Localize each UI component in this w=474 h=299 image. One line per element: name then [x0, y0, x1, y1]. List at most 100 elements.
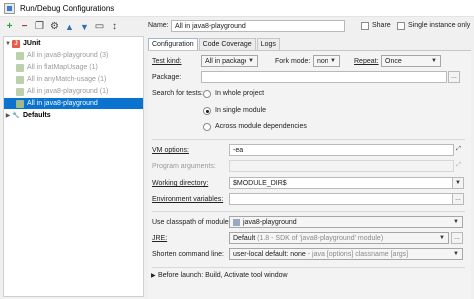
- search-for-tests-label: Search for tests:: [152, 90, 203, 97]
- configuration-panel: Test kind: All in package ▼ Fork mode: n…: [148, 50, 471, 299]
- section-divider: [152, 267, 465, 268]
- whole-project-radio[interactable]: [203, 90, 211, 98]
- program-arguments-label: Program arguments:: [152, 163, 216, 170]
- copy-icon[interactable]: ❐: [33, 21, 46, 34]
- shorten-value: user-local default: none - java [options…: [233, 250, 451, 259]
- tree-item-label: All in java8-playground (3): [27, 52, 109, 59]
- chevron-down-icon: ▼: [453, 250, 459, 257]
- junit-icon: J: [12, 39, 20, 48]
- fork-mode-label: Fork mode:: [275, 58, 311, 65]
- whole-project-label: In whole project: [215, 90, 265, 97]
- app-icon: [4, 2, 15, 14]
- tree-item-label: All in anyMatch-usage (1): [27, 76, 107, 83]
- collapse-icon[interactable]: ▼: [4, 41, 12, 47]
- chevron-down-icon: ▼: [453, 218, 459, 225]
- classpath-module-label: Use classpath of module:: [152, 219, 231, 226]
- name-label: Name:: [148, 22, 169, 29]
- move-down-icon[interactable]: ▼: [78, 21, 91, 34]
- tab-logs[interactable]: Logs: [256, 38, 280, 50]
- package-label: Package:: [152, 74, 182, 81]
- jre-label: JRE:: [152, 235, 168, 242]
- configuration-pane: Name: All in java8-playground Share Sing…: [147, 18, 474, 299]
- expand-field-icon[interactable]: ⤢: [455, 162, 462, 169]
- test-config-icon: [16, 87, 24, 96]
- module-dependencies-label: Across module dependencies: [215, 123, 307, 130]
- tree-node-label: Defaults: [23, 112, 51, 119]
- tree-node-defaults[interactable]: ▶ 🔧 Defaults: [4, 110, 143, 121]
- shorten-command-line-select[interactable]: user-local default: none - java [options…: [229, 248, 463, 260]
- tab-configuration[interactable]: Configuration: [148, 38, 198, 50]
- chevron-down-icon: ▼: [431, 57, 437, 64]
- config-toolbar: + − ❐ ⚙ ▲ ▼ ▭ ↕: [0, 18, 146, 36]
- expand-icon[interactable]: ▶: [4, 112, 12, 119]
- environment-variables-label: Environment variables:: [152, 196, 224, 203]
- name-field[interactable]: All in java8-playground: [171, 20, 345, 32]
- working-directory-field[interactable]: $MODULE_DIR$: [229, 177, 454, 189]
- folder-icon[interactable]: ▭: [93, 21, 106, 34]
- tab-bar: Configuration Code Coverage Logs: [148, 38, 281, 50]
- single-module-radio[interactable]: [203, 107, 211, 115]
- vm-options-field[interactable]: -ea: [229, 144, 454, 156]
- test-config-icon: [16, 75, 24, 84]
- tree-item-selected[interactable]: All in java8-playground: [4, 98, 143, 109]
- shorten-command-line-label: Shorten command line:: [152, 251, 224, 258]
- classpath-module-select[interactable]: java8-playground ▼: [229, 216, 463, 228]
- tree-item[interactable]: All in flatMapUsage (1): [4, 62, 143, 73]
- tree-item-label: All in java8-playground: [27, 100, 98, 107]
- remove-icon[interactable]: −: [18, 21, 31, 34]
- browse-icon[interactable]: …: [452, 193, 464, 205]
- jre-value: Default (1.8 - SDK of 'java8-playground'…: [233, 234, 437, 243]
- single-instance-label: Single instance only: [408, 22, 471, 29]
- share-checkbox[interactable]: [361, 22, 369, 30]
- chevron-down-icon: ▼: [330, 57, 336, 64]
- configuration-tree: ▼ J JUnit All in java8-playground (3) Al…: [3, 36, 144, 297]
- browse-icon[interactable]: …: [451, 232, 463, 244]
- add-icon[interactable]: +: [3, 21, 16, 34]
- repeat-label: Repeat:: [354, 58, 379, 65]
- shorten-hint: - java [options] classname [args]: [307, 250, 409, 258]
- move-up-icon[interactable]: ▲: [63, 21, 76, 34]
- environment-variables-field[interactable]: [229, 193, 454, 205]
- working-directory-label: Working directory:: [152, 180, 209, 187]
- tree-item-label: All in java8-playground (1): [27, 88, 109, 95]
- tree-item-label: All in flatMapUsage (1): [27, 64, 98, 71]
- repeat-select[interactable]: Once ▼: [381, 55, 441, 67]
- jre-select[interactable]: Default (1.8 - SDK of 'java8-playground'…: [229, 232, 449, 244]
- test-kind-label: Test kind:: [152, 58, 182, 65]
- tree-item[interactable]: All in java8-playground (1): [4, 86, 143, 97]
- vm-options-label: VM options:: [152, 147, 189, 154]
- section-divider: [152, 139, 465, 140]
- single-module-label: In single module: [215, 107, 266, 114]
- gear-icon[interactable]: ⚙: [48, 21, 61, 34]
- module-dependencies-radio[interactable]: [203, 123, 211, 131]
- single-instance-checkbox[interactable]: [397, 22, 405, 30]
- fork-mode-select[interactable]: none ▼: [313, 55, 340, 67]
- test-kind-select[interactable]: All in package ▼: [201, 55, 258, 67]
- tree-node-junit[interactable]: ▼ J JUnit: [4, 38, 143, 49]
- expand-icon[interactable]: ▶: [151, 272, 156, 279]
- tree-item[interactable]: All in java8-playground (3): [4, 50, 143, 61]
- program-arguments-field[interactable]: [229, 160, 454, 172]
- jre-hint: (1.8 - SDK of 'java8-playground' module): [257, 234, 384, 242]
- browse-icon[interactable]: ▼: [452, 177, 464, 189]
- chevron-down-icon: ▼: [439, 234, 445, 241]
- section-divider: [152, 211, 465, 212]
- browse-icon[interactable]: …: [448, 71, 460, 83]
- fork-mode-value: none: [317, 57, 328, 65]
- test-config-icon: [16, 63, 24, 72]
- before-launch-label[interactable]: Before launch: Build, Activate tool wind…: [158, 272, 288, 279]
- chevron-down-icon: ▼: [248, 57, 254, 64]
- jre-default: Default: [233, 234, 256, 242]
- sort-icon[interactable]: ↕: [108, 21, 121, 34]
- expand-field-icon[interactable]: ⤢: [455, 146, 462, 153]
- package-field[interactable]: [201, 71, 447, 83]
- tree-item[interactable]: All in anyMatch-usage (1): [4, 74, 143, 85]
- title-bar: Run/Debug Configurations: [0, 0, 474, 17]
- test-config-icon: [16, 51, 24, 60]
- tree-node-label: JUnit: [23, 40, 41, 47]
- module-icon: [233, 218, 240, 226]
- test-config-icon: [16, 99, 24, 108]
- repeat-value: Once: [385, 57, 402, 65]
- classpath-module-value: java8-playground: [243, 218, 297, 226]
- tab-code-coverage[interactable]: Code Coverage: [198, 38, 256, 50]
